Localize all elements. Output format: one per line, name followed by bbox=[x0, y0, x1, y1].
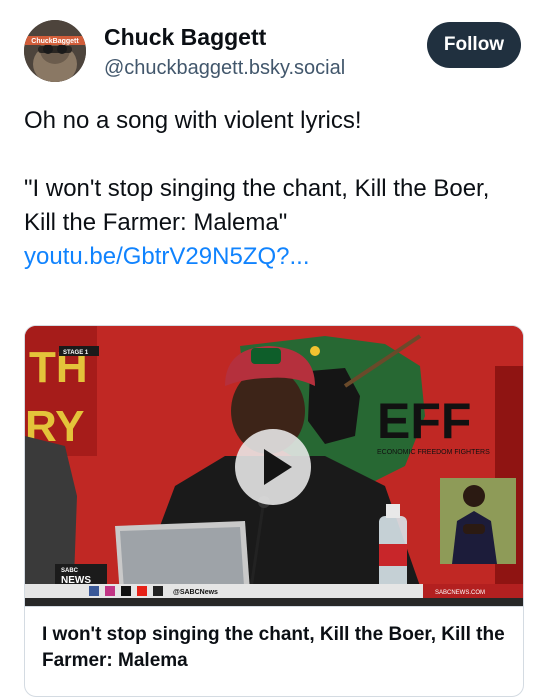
follow-button[interactable]: Follow bbox=[427, 22, 521, 68]
news-logo-top: SABC bbox=[61, 568, 79, 574]
stage-tag: STAGE 1 bbox=[63, 350, 89, 356]
play-icon bbox=[264, 449, 292, 485]
ticker-site: SABCNEWS.COM bbox=[435, 590, 485, 596]
party-logo: EFF bbox=[377, 393, 471, 449]
play-button[interactable] bbox=[235, 429, 311, 505]
ticker-handle: @SABCNews bbox=[173, 589, 218, 596]
author-avatar[interactable]: ChuckBaggett bbox=[24, 20, 86, 82]
link-preview-card[interactable]: TH RY STAGE 1 EFF ECONOMIC FREEDOM FIGHT… bbox=[24, 325, 524, 697]
post-text-line: Oh no a song with violent lyrics! bbox=[24, 107, 362, 134]
avatar-label: ChuckBaggett bbox=[31, 38, 79, 45]
party-subtitle: ECONOMIC FREEDOM FIGHTERS bbox=[377, 449, 490, 456]
post-body: Oh no a song with violent lyrics! "I won… bbox=[24, 104, 524, 274]
post-text-quote: "I won't stop singing the chant, Kill th… bbox=[24, 175, 490, 236]
post-link[interactable]: youtu.be/GbtrV29N5ZQ?... bbox=[24, 243, 309, 270]
author-display-name[interactable]: Chuck Baggett bbox=[104, 24, 266, 51]
card-divider bbox=[25, 606, 523, 607]
author-handle[interactable]: @chuckbaggett.bsky.social bbox=[104, 57, 345, 80]
embed-title[interactable]: I won't stop singing the chant, Kill the… bbox=[42, 622, 512, 674]
video-thumbnail[interactable]: TH RY STAGE 1 EFF ECONOMIC FREEDOM FIGHT… bbox=[25, 326, 523, 606]
